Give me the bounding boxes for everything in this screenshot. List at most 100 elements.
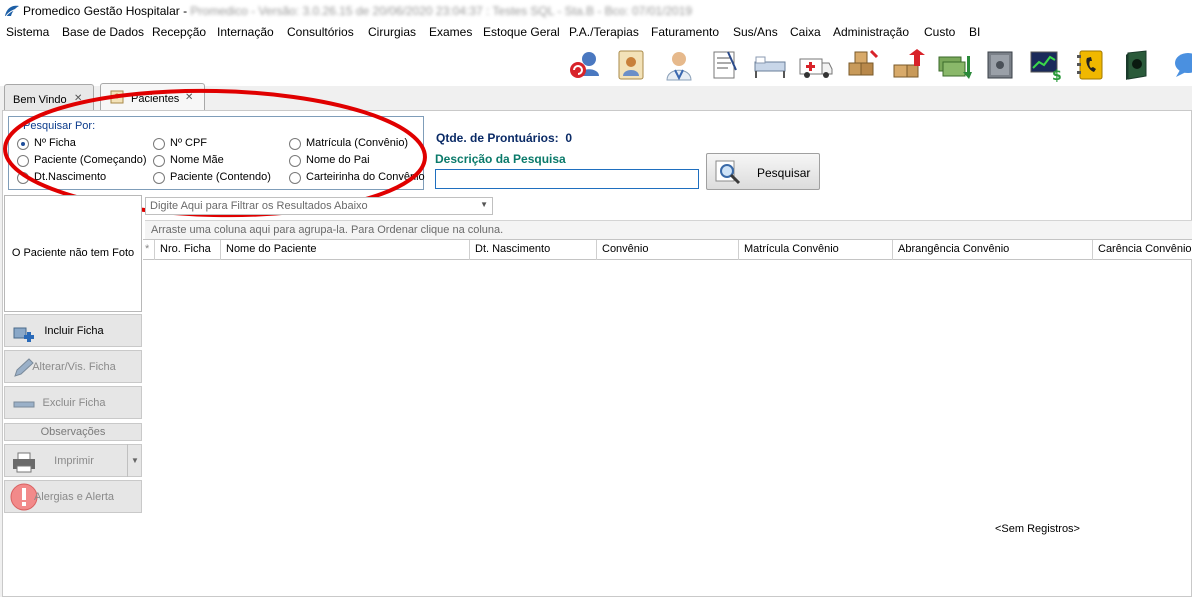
row-indicator-icon: * <box>145 243 150 255</box>
grid-filter-dropdown[interactable]: Digite Aqui para Filtrar os Resultados A… <box>145 197 493 215</box>
menu-exames[interactable]: Exames <box>429 25 472 39</box>
svg-text:$: $ <box>1052 68 1062 82</box>
include-record-button[interactable]: Incluir Ficha <box>4 314 142 347</box>
radio-label: Paciente (Começando) <box>34 154 147 166</box>
edit-record-label: Alterar/Vis. Ficha <box>32 361 116 373</box>
empty-grid-message: <Sem Registros> <box>995 523 1080 535</box>
document-tabs: Bem Vindo ✕ Pacientes ✕ <box>0 83 1192 110</box>
column-dt-nascimento[interactable]: Dt. Nascimento <box>469 240 596 260</box>
radio-dot <box>289 155 301 167</box>
refresh-users-icon[interactable] <box>566 48 602 82</box>
column-abrangencia-convenio[interactable]: Abrangência Convênio <box>892 240 1092 260</box>
menu-faturamento[interactable]: Faturamento <box>651 25 719 39</box>
radio-label: Carteirinha do Convênio <box>306 171 425 183</box>
safe-icon[interactable] <box>982 48 1018 82</box>
menu-sistema[interactable]: Sistema <box>6 25 49 39</box>
chevron-down-icon: ▼ <box>480 200 488 209</box>
prescription-icon[interactable] <box>706 48 742 82</box>
close-icon[interactable]: ✕ <box>74 93 82 104</box>
column-matricula-convenio[interactable]: Matrícula Convênio <box>738 240 892 260</box>
menu-estoque-geral[interactable]: Estoque Geral <box>483 25 560 39</box>
phone-book-icon[interactable] <box>1074 48 1110 82</box>
menu-bi[interactable]: BI <box>969 25 980 39</box>
menu-recepcao[interactable]: Recepção <box>152 25 206 39</box>
doctor-icon[interactable] <box>661 48 697 82</box>
print-button[interactable]: Imprimir ▼ <box>4 444 142 477</box>
patient-tab-icon <box>110 90 124 104</box>
edit-record-button[interactable]: Alterar/Vis. Ficha <box>4 350 142 383</box>
patient-card-icon[interactable] <box>614 48 650 82</box>
magnifier-icon <box>715 160 741 185</box>
radio-label: Paciente (Contendo) <box>170 171 271 183</box>
radio-dot <box>153 138 165 150</box>
bed-icon[interactable] <box>752 48 788 82</box>
observations-label: Observações <box>4 423 142 441</box>
search-button-label: Pesquisar <box>757 166 811 180</box>
delete-record-label: Excluir Ficha <box>42 397 106 409</box>
delete-record-button[interactable]: Excluir Ficha <box>4 386 142 419</box>
menu-internacao[interactable]: Internação <box>217 25 274 39</box>
radio-dot <box>153 172 165 184</box>
radio-dot <box>153 155 165 167</box>
close-icon[interactable]: ✕ <box>185 92 193 103</box>
group-by-panel[interactable]: Arraste uma coluna aqui para agrupa-la. … <box>145 220 1192 239</box>
include-record-label: Incluir Ficha <box>44 325 104 337</box>
tab-bem-vindo[interactable]: Bem Vindo ✕ <box>4 84 94 110</box>
radio-dot <box>17 172 29 184</box>
chat-icon[interactable] <box>1166 48 1192 82</box>
chevron-down-icon[interactable]: ▼ <box>127 444 142 477</box>
record-count: Qtde. de Prontuários: 0 <box>436 131 572 145</box>
tab-pacientes[interactable]: Pacientes ✕ <box>100 83 205 110</box>
tab-pacientes-label: Pacientes <box>131 93 180 105</box>
search-button[interactable]: Pesquisar <box>706 153 820 190</box>
group-by-hint: Arraste uma coluna aqui para agrupa-la. … <box>151 224 504 236</box>
grid-filter-placeholder: Digite Aqui para Filtrar os Resultados A… <box>150 200 368 212</box>
menu-caixa[interactable]: Caixa <box>790 25 821 39</box>
stock-icon[interactable] <box>844 48 880 82</box>
money-icon[interactable] <box>936 48 972 82</box>
stock-chart-icon[interactable]: $ <box>1028 48 1064 82</box>
window-subtitle: Promedico - Versão: 3.0.26.15 de 20/06/2… <box>190 4 693 18</box>
patient-photo: O Paciente não tem Foto <box>4 195 142 312</box>
allergies-alert-label: Alergias e Alerta <box>33 491 115 503</box>
menu-pa-terapias[interactable]: P.A./Terapias <box>569 25 639 39</box>
menu-consultorios[interactable]: Consultórios <box>287 25 354 39</box>
tab-bem-vindo-label: Bem Vindo <box>13 94 67 106</box>
column-convenio[interactable]: Convênio <box>596 240 738 260</box>
search-by-group: Pesquisar Por: Nº Ficha Paciente (Começa… <box>8 116 425 190</box>
radio-label: Matrícula (Convênio) <box>306 137 409 149</box>
print-label: Imprimir <box>54 455 94 467</box>
menu-sus-ans[interactable]: Sus/Ans <box>733 25 778 39</box>
radio-label: Nº Ficha <box>34 137 76 149</box>
column-carencia-convenio[interactable]: Carência Convênio <box>1092 240 1192 260</box>
radio-dot <box>17 155 29 167</box>
record-count-value: 0 <box>565 131 573 145</box>
menu-bar: Sistema Base de Dados Recepção Internaçã… <box>0 22 1192 42</box>
column-nro-ficha[interactable]: Nro. Ficha <box>154 240 220 260</box>
menu-custo[interactable]: Custo <box>924 25 955 39</box>
radio-dot <box>289 138 301 150</box>
record-count-label: Qtde. de Prontuários: <box>436 131 559 145</box>
window-title: Promedico Gestão Hospitalar - Promedico … <box>23 4 693 18</box>
book-icon[interactable] <box>1120 48 1156 82</box>
column-nome-paciente[interactable]: Nome do Paciente <box>220 240 469 260</box>
grid-header: * Nro. Ficha Nome do Paciente Dt. Nascim… <box>143 239 1192 260</box>
app-logo-icon <box>5 5 19 17</box>
title-bar: Promedico Gestão Hospitalar - Promedico … <box>0 0 1192 22</box>
menu-cirurgias[interactable]: Cirurgias <box>368 25 416 39</box>
menu-administracao[interactable]: Administração <box>833 25 909 39</box>
menu-base-de-dados[interactable]: Base de Dados <box>62 25 144 39</box>
radio-label: Nome do Pai <box>306 154 370 166</box>
allergies-alert-button[interactable]: Alergias e Alerta <box>4 480 142 513</box>
radio-label: Nome Mãe <box>170 154 224 166</box>
no-photo-text: O Paciente não tem Foto <box>11 247 135 259</box>
radio-label: Nº CPF <box>170 137 208 149</box>
radio-dot <box>289 172 301 184</box>
stock-up-icon[interactable] <box>890 48 926 82</box>
search-by-legend: Pesquisar Por: <box>23 120 96 132</box>
radio-label: Dt.Nascimento <box>34 171 107 183</box>
ambulance-icon[interactable] <box>798 48 834 82</box>
search-description-label: Descrição da Pesquisa <box>435 152 566 166</box>
search-input[interactable] <box>435 169 699 189</box>
toolbar: $ <box>0 42 1192 86</box>
